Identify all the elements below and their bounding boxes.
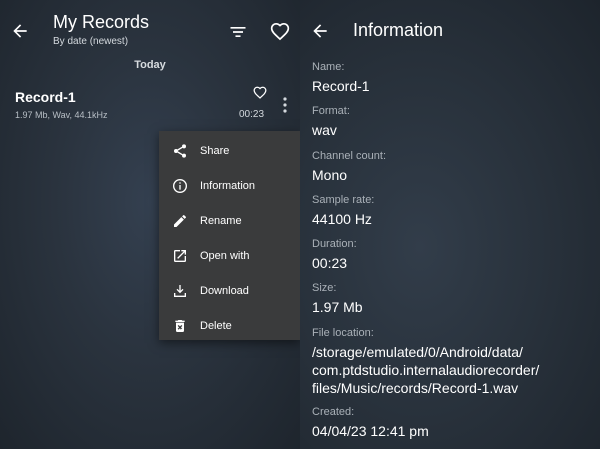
file-location-line: /storage/emulated/0/Android/data/ bbox=[312, 344, 523, 360]
download-icon bbox=[174, 285, 186, 297]
favorite-heart-icon[interactable] bbox=[253, 86, 267, 100]
menu-item-open-with[interactable]: Open with bbox=[159, 239, 300, 274]
info-field-label: Channel count: bbox=[312, 150, 386, 162]
sort-order-subtitle: By date (newest) bbox=[53, 36, 129, 47]
back-arrow-icon[interactable] bbox=[10, 21, 30, 41]
info-field-value: 44100 Hz bbox=[312, 211, 372, 227]
page-title: My Records bbox=[53, 12, 150, 32]
menu-item-information[interactable]: Information bbox=[159, 169, 300, 204]
info-field-label: Format: bbox=[312, 105, 350, 117]
menu-item-label: Delete bbox=[200, 320, 232, 332]
record-duration: 00:23 bbox=[239, 109, 265, 120]
more-options-icon[interactable] bbox=[281, 96, 289, 114]
info-field-label: Name: bbox=[312, 61, 345, 73]
info-field-label: Created: bbox=[312, 406, 355, 418]
info-field-label: Duration: bbox=[312, 238, 357, 250]
share-icon bbox=[174, 144, 186, 158]
menu-item-download[interactable]: Download bbox=[159, 274, 300, 309]
menu-item-label: Download bbox=[200, 285, 249, 297]
trash-icon bbox=[175, 320, 185, 332]
file-location-line: files/Music/records/Record-1.wav bbox=[312, 380, 519, 396]
info-field-value: Mono bbox=[312, 167, 348, 183]
open-external-icon bbox=[174, 250, 186, 262]
info-field-label: Sample rate: bbox=[312, 194, 375, 206]
info-icon bbox=[173, 179, 187, 193]
menu-item-label: Information bbox=[200, 180, 256, 192]
record-details: 1.97 Mb, Wav, 44.1kHz bbox=[15, 110, 108, 120]
menu-item-label: Share bbox=[200, 145, 230, 157]
pencil-icon bbox=[174, 214, 186, 227]
information-title: Information bbox=[353, 20, 444, 40]
file-location-line: com.ptdstudio.internalaudiorecorder/ bbox=[312, 362, 540, 378]
back-arrow-icon[interactable] bbox=[310, 21, 330, 41]
sort-icon[interactable] bbox=[228, 22, 248, 42]
info-field-value: 00:23 bbox=[312, 255, 348, 271]
info-field-label: Size: bbox=[312, 282, 337, 294]
info-field-value: wav bbox=[312, 122, 337, 138]
info-field-value: 1.97 Mb bbox=[312, 299, 363, 315]
menu-item-rename[interactable]: Rename bbox=[159, 204, 300, 239]
info-field-value: Record-1 bbox=[312, 78, 370, 94]
info-field-label: File location: bbox=[312, 327, 374, 339]
record-context-menu: Share Information Rename Open with Downl… bbox=[159, 131, 300, 340]
record-name: Record-1 bbox=[15, 89, 76, 105]
menu-item-delete[interactable]: Delete bbox=[159, 309, 300, 344]
date-section-header: Today bbox=[134, 59, 166, 71]
favorites-heart-icon[interactable] bbox=[270, 22, 290, 42]
menu-item-share[interactable]: Share bbox=[159, 134, 300, 169]
menu-item-label: Rename bbox=[200, 215, 242, 227]
info-field-value: 04/04/23 12:41 pm bbox=[312, 423, 429, 439]
menu-item-label: Open with bbox=[200, 250, 250, 262]
